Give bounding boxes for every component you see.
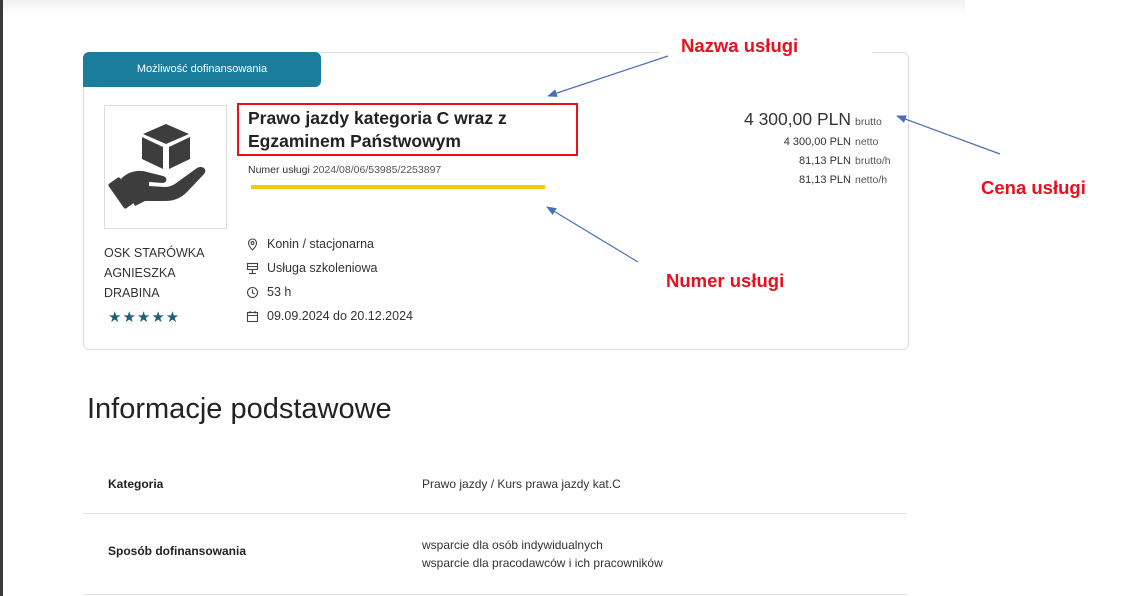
info-row-funding: Sposób dofinansowania wsparcie dla osób … xyxy=(83,514,907,595)
arrow-to-price xyxy=(896,115,1001,155)
info-value-line: Prawo jazdy / Kurs prawa jazdy kat.C xyxy=(422,477,621,491)
arrow-to-number xyxy=(546,206,639,263)
arrow-to-title xyxy=(547,55,669,97)
info-row-category: Kategoria Prawo jazdy / Kurs prawa jazdy… xyxy=(83,455,907,514)
info-key: Sposób dofinansowania xyxy=(108,544,247,558)
info-value-line: wsparcie dla pracodawców i ich pracownik… xyxy=(422,556,663,570)
info-key: Kategoria xyxy=(108,477,164,491)
info-value-line: wsparcie dla osób indywidualnych xyxy=(422,538,603,552)
section-title: Informacje podstawowe xyxy=(87,393,392,425)
info-value: Prawo jazdy / Kurs prawa jazdy kat.C xyxy=(422,475,621,493)
info-value: wsparcie dla osób indywidualnych wsparci… xyxy=(422,536,663,572)
